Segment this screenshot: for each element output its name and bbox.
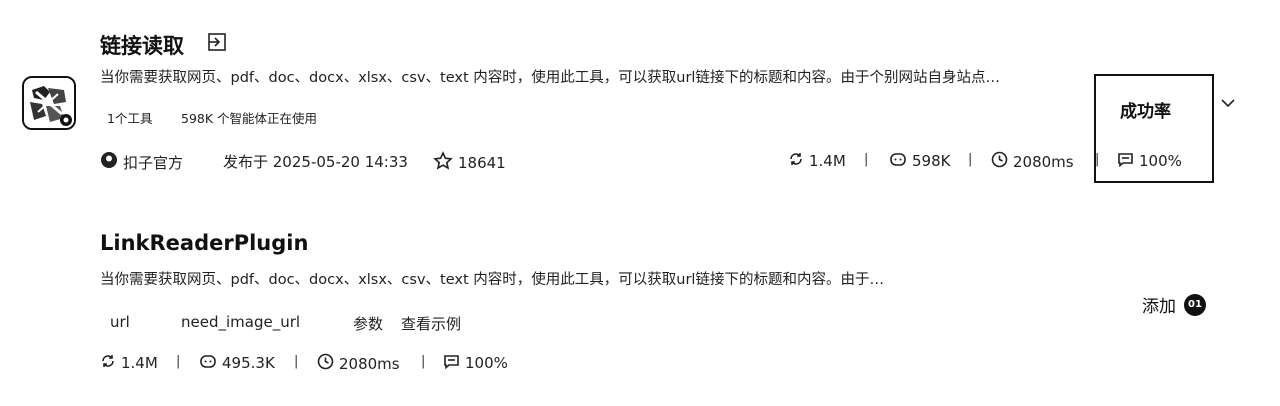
refresh-icon [100,353,116,373]
tool-title: LinkReaderPlugin [100,231,309,255]
plugin-title: 链接读取 [100,34,184,58]
message-icon [443,353,460,373]
publisher-name: 扣子官方 [123,153,184,172]
success-rate-tooltip-label: 成功率 [1120,102,1171,122]
plugin-latency-stat: 2080ms [991,151,1074,172]
stat-separator: | [176,354,181,369]
view-example-link[interactable]: 查看示例 [401,313,461,334]
clock-icon [317,353,334,374]
published-at: 发布于 2025-05-20 14:33 [223,153,408,171]
clock-icon [991,151,1008,172]
favorite-button[interactable]: 18641 [433,151,506,175]
favorite-count: 18641 [458,154,506,172]
chevron-down-icon[interactable] [1218,94,1238,112]
enter-arrow-icon[interactable] [206,32,228,52]
tool-count: 1个工具 [107,111,153,126]
tool-param: need_image_url [181,313,301,331]
coze-logo-icon [100,151,118,173]
add-count-badge: 01 [1184,293,1206,316]
stat-separator: | [968,152,973,167]
publisher[interactable]: 扣子官方 [100,151,183,173]
add-tool-label: 添加 [1142,297,1176,317]
stat-separator: | [421,354,426,369]
tool-description: 当你需要获取网页、pdf、doc、docx、xlsx、csv、text 内容时，… [100,272,884,288]
plugin-calls-stat: 1.4M [788,151,846,171]
plugin-description: 当你需要获取网页、pdf、doc、docx、xlsx、csv、text 内容时，… [100,70,1000,86]
refresh-icon [788,151,804,171]
bot-icon [199,353,217,373]
success-rate-tooltip [1094,74,1214,183]
plugin-logo [22,76,76,130]
agents-using-count: 598K 个智能体正在使用 [181,111,318,126]
stat-separator: | [294,354,299,369]
plugin-bots-stat: 598K [889,151,950,171]
add-tool-button[interactable]: 添加 01 [1142,292,1206,317]
tool-latency-stat: 2080ms [317,353,400,374]
tool-param: url [110,313,130,331]
stat-separator: | [864,152,869,167]
params-label: 参数 [353,315,384,333]
tool-bots-stat: 495.3K [199,353,275,373]
tool-calls-stat: 1.4M [100,353,158,373]
star-icon [433,151,453,175]
tool-success-stat: 100% [443,353,508,373]
bot-icon [889,151,907,171]
